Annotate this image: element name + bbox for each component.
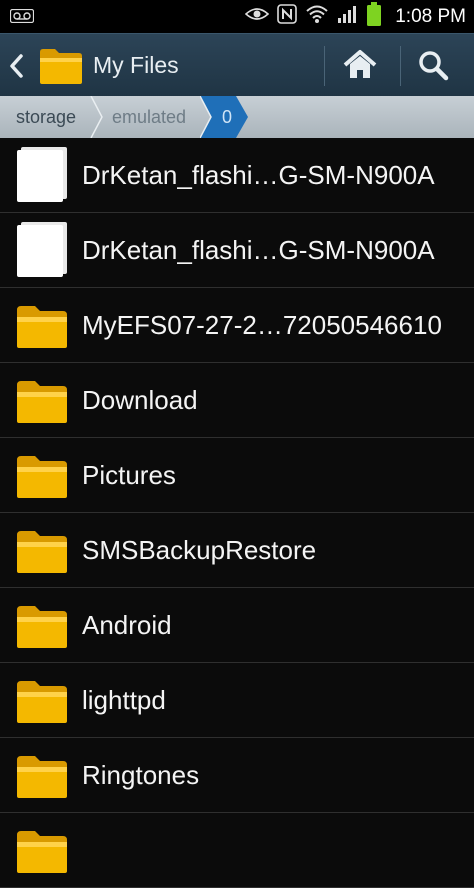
list-item[interactable]: DrKetan_flashi…G-SM-N900A [0, 138, 474, 213]
list-item[interactable]: lighttpd [0, 663, 474, 738]
nfc-icon [277, 4, 298, 29]
battery-icon [367, 2, 382, 31]
folder-icon [15, 302, 69, 355]
folder-icon [15, 677, 69, 730]
item-name: lighttpd [82, 685, 166, 715]
search-icon[interactable] [416, 48, 456, 84]
breadcrumb-separator [90, 96, 103, 138]
file-icon [15, 221, 69, 282]
list-item[interactable]: Download [0, 363, 474, 438]
breadcrumb-emulated[interactable]: emulated [112, 96, 186, 138]
item-name: SMSBackupRestore [82, 535, 317, 565]
breadcrumb: storage emulated 0 [0, 96, 474, 138]
item-name: Pictures [82, 460, 176, 490]
toolbar-divider [400, 46, 401, 86]
page-title[interactable]: My Files [93, 52, 179, 79]
eye-icon [245, 6, 270, 27]
toolbar-divider [324, 46, 325, 86]
file-list: DrKetan_flashi…G-SM-N900A DrKetan_flashi…… [0, 138, 474, 888]
list-item[interactable] [0, 813, 474, 888]
list-item[interactable]: SMSBackupRestore [0, 513, 474, 588]
item-name: Ringtones [82, 760, 200, 790]
list-item[interactable]: DrKetan_flashi…G-SM-N900A [0, 213, 474, 288]
list-item[interactable]: MyEFS07-27-2…72050546610 [0, 288, 474, 363]
folder-icon [15, 527, 69, 580]
item-name: MyEFS07-27-2…72050546610 [82, 310, 442, 340]
item-name: Android [82, 610, 172, 640]
voicemail-icon [9, 8, 35, 28]
home-icon[interactable] [340, 48, 384, 84]
clock: 1:08 PM [395, 5, 466, 27]
action-bar: My Files [0, 33, 474, 97]
item-name: DrKetan_flashi…G-SM-N900A [82, 160, 435, 190]
status-bar: 1:08 PM [0, 0, 474, 33]
list-item[interactable]: Pictures [0, 438, 474, 513]
breadcrumb-storage[interactable]: storage [16, 96, 76, 138]
folder-icon [15, 827, 69, 880]
folder-icon [15, 752, 69, 805]
folder-icon [15, 452, 69, 505]
chevron-left-icon[interactable] [6, 51, 34, 81]
file-icon [15, 146, 69, 207]
list-item[interactable]: Ringtones [0, 738, 474, 813]
breadcrumb-current[interactable]: 0 [222, 96, 232, 138]
list-item[interactable]: Android [0, 588, 474, 663]
signal-icon [337, 4, 359, 29]
folder-icon[interactable] [38, 46, 84, 91]
wifi-icon [305, 4, 329, 29]
item-name: Download [82, 385, 198, 415]
folder-icon [15, 602, 69, 655]
item-name: DrKetan_flashi…G-SM-N900A [82, 235, 435, 265]
folder-icon [15, 377, 69, 430]
